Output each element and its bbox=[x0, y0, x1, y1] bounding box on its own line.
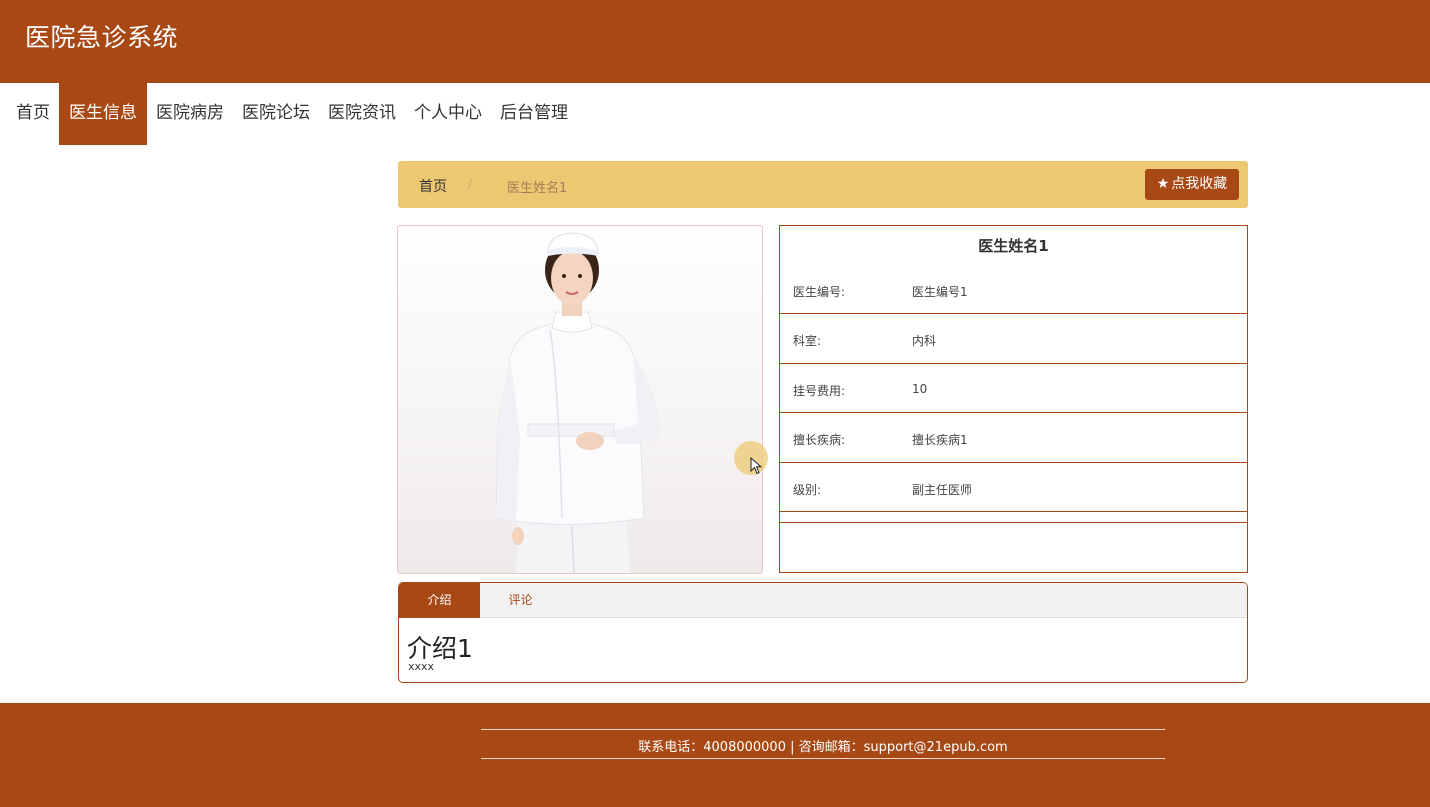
row-divider bbox=[780, 412, 1247, 413]
intro-body: xxxx bbox=[408, 660, 435, 673]
row-divider bbox=[780, 313, 1247, 314]
breadcrumb-separator: / bbox=[468, 177, 473, 191]
tab-intro[interactable]: 介绍 bbox=[399, 583, 480, 618]
info-value: 医生编号1 bbox=[912, 285, 968, 299]
info-label: 挂号费用: bbox=[793, 384, 846, 398]
star-icon: ★ bbox=[1156, 176, 1170, 192]
main-nav: 首页 医生信息 医院病房 医院论坛 医院资讯 个人中心 后台管理 bbox=[0, 83, 577, 145]
tab-bar: 介绍 评论 bbox=[399, 583, 1247, 618]
footer-divider bbox=[481, 729, 1165, 730]
row-divider bbox=[780, 511, 1247, 512]
breadcrumb-home-link[interactable]: 首页 bbox=[419, 176, 447, 196]
info-label: 擅长疾病: bbox=[793, 433, 846, 447]
doctor-name: 医生姓名1 bbox=[978, 237, 1049, 255]
breadcrumb: 首页 / 医生姓名1 ★ 点我收藏 bbox=[398, 161, 1248, 208]
nav-item-admin[interactable]: 后台管理 bbox=[491, 83, 577, 145]
site-header: 医院急诊系统 bbox=[0, 0, 1430, 83]
footer-divider bbox=[481, 758, 1165, 759]
nav-item-profile[interactable]: 个人中心 bbox=[405, 83, 491, 145]
info-value: 副主任医师 bbox=[912, 483, 973, 497]
row-divider bbox=[780, 363, 1247, 364]
info-value: 内科 bbox=[912, 334, 937, 348]
detail-tabs: 介绍 评论 介绍1 xxxx bbox=[398, 582, 1248, 683]
nav-item-wards[interactable]: 医院病房 bbox=[147, 83, 233, 145]
nav-item-doctor-info[interactable]: 医生信息 bbox=[59, 83, 147, 145]
footer-contact: 联系电话：4008000000 | 咨询邮箱：support@21epub.co… bbox=[638, 740, 1008, 755]
info-value: 擅长疾病1 bbox=[912, 433, 968, 447]
favorite-button[interactable]: ★ 点我收藏 bbox=[1145, 169, 1239, 200]
favorite-button-label: 点我收藏 bbox=[1171, 176, 1228, 192]
mouse-cursor-icon bbox=[734, 441, 768, 475]
info-label: 科室: bbox=[793, 334, 822, 348]
info-value: 10 bbox=[912, 382, 928, 396]
tab-comments[interactable]: 评论 bbox=[480, 583, 561, 618]
nav-item-news[interactable]: 医院资讯 bbox=[319, 83, 405, 145]
doctor-photo-image bbox=[495, 232, 660, 573]
row-divider bbox=[780, 522, 1247, 523]
breadcrumb-current: 医生姓名1 bbox=[507, 181, 568, 196]
info-label: 医生编号: bbox=[793, 285, 846, 299]
row-divider bbox=[780, 462, 1247, 463]
site-title: 医院急诊系统 bbox=[25, 23, 179, 52]
site-footer: 联系电话：4008000000 | 咨询邮箱：support@21epub.co… bbox=[0, 703, 1430, 807]
doctor-info-panel: 医生姓名1 医生编号: 医生编号1 科室: 内科 挂号费用: 10 擅长疾病: … bbox=[779, 225, 1248, 573]
info-label: 级别: bbox=[793, 483, 822, 497]
nav-item-forum[interactable]: 医院论坛 bbox=[233, 83, 319, 145]
nav-item-home[interactable]: 首页 bbox=[0, 83, 59, 145]
doctor-photo bbox=[397, 225, 763, 574]
